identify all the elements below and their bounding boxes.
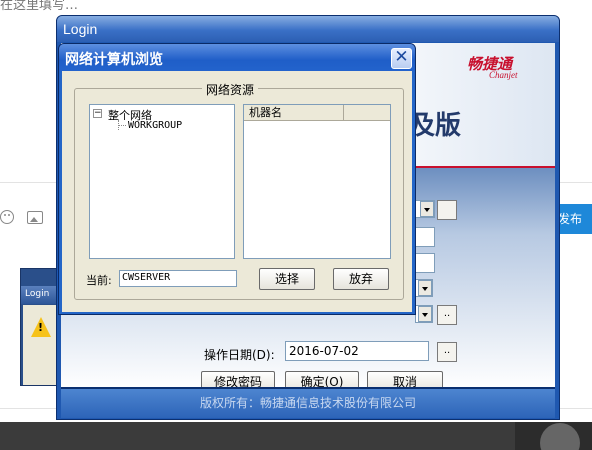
publish-button[interactable]: 发布 (556, 204, 592, 234)
image-icon[interactable] (27, 211, 43, 224)
network-resources-label: 网络资源 (202, 81, 259, 98)
tree-item-workgroup[interactable]: WORKGROUP (128, 120, 182, 131)
current-machine-input[interactable]: CWSERVER (119, 270, 237, 287)
account-dropdown-button[interactable] (418, 280, 432, 296)
abandon-button[interactable]: 放弃 (333, 268, 389, 290)
network-dialog-titlebar[interactable]: 网络计算机浏览 ✕ (59, 44, 415, 71)
server-dropdown-button[interactable] (420, 201, 434, 217)
dialog-body: ! (23, 305, 59, 385)
warning-mark: ! (38, 321, 44, 334)
tree-connector (118, 125, 126, 126)
background-placeholder-text: 在这里填写… (0, 0, 79, 13)
year-dropdown-button[interactable] (418, 306, 432, 322)
network-browse-dialog: 网络计算机浏览 ✕ 网络资源 − 整个网络 WORKGROUP 机器名 当前: … (58, 43, 416, 315)
operation-date-input[interactable]: 2016-07-02 (285, 341, 429, 361)
column-header-machine-name[interactable]: 机器名 (244, 105, 344, 121)
year-browse-button[interactable]: .. (437, 305, 457, 325)
network-dialog-body: 网络资源 − 整个网络 WORKGROUP 机器名 当前: CWSERVER 选… (62, 71, 412, 312)
operation-date-label: 操作日期(D): (204, 348, 275, 362)
close-icon[interactable]: ✕ (391, 48, 412, 69)
column-header-extra[interactable] (344, 105, 390, 121)
background-login-dialog: Login ! (20, 268, 60, 386)
current-label: 当前: (86, 274, 112, 287)
user-field[interactable] (415, 227, 435, 247)
network-tree[interactable]: − 整个网络 WORKGROUP (89, 104, 235, 259)
brand-logo-en: Chanjet (489, 70, 518, 80)
bottom-bar (0, 422, 592, 450)
server-browse-button[interactable] (437, 200, 457, 220)
login-title: Login (63, 21, 98, 37)
edition-title: 及版 (409, 111, 462, 141)
dialog-title: Login (21, 286, 59, 304)
emoji-icon[interactable] (0, 210, 14, 224)
network-dialog-title: 网络计算机浏览 (65, 52, 163, 68)
machine-list[interactable]: 机器名 (243, 104, 391, 259)
password-field[interactable] (415, 253, 435, 273)
select-button[interactable]: 选择 (259, 268, 315, 290)
tree-collapse-icon[interactable]: − (93, 109, 102, 118)
list-header: 机器名 (244, 105, 390, 121)
date-browse-button[interactable]: .. (437, 342, 457, 362)
copyright-footer: 版权所有：畅捷通信息技术股份有限公司 (61, 389, 555, 418)
login-titlebar[interactable]: Login (57, 16, 559, 42)
